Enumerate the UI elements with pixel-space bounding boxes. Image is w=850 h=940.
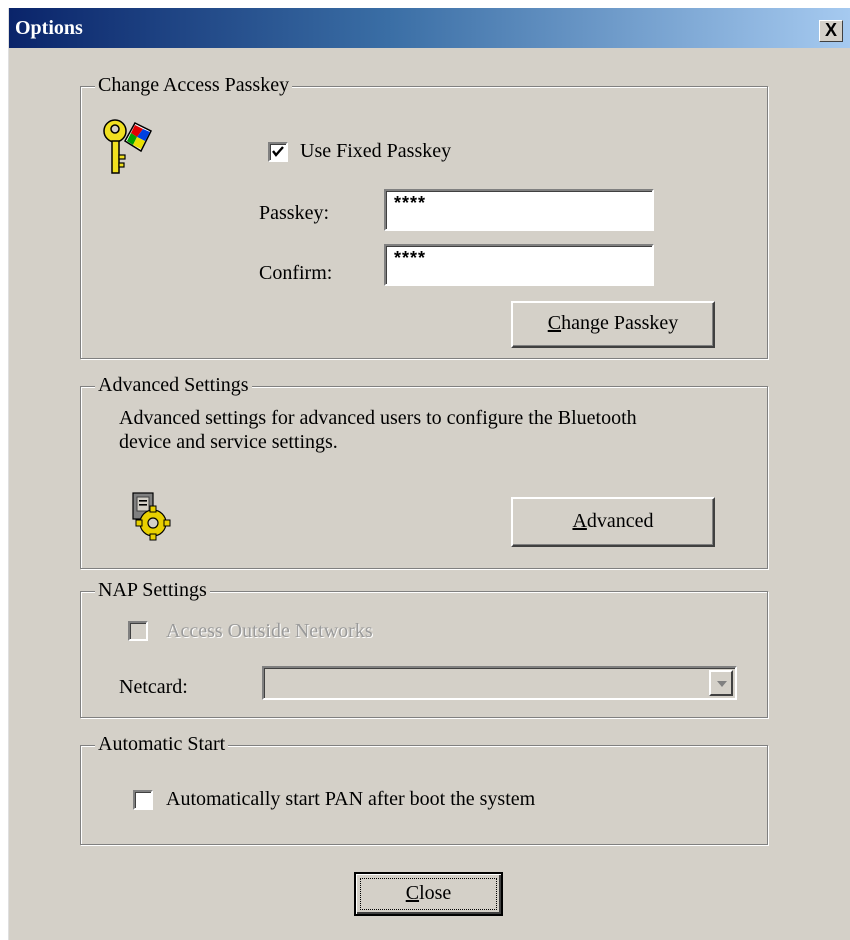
confirm-label: Confirm: — [259, 262, 333, 284]
netcard-label: Netcard: — [119, 676, 188, 698]
use-fixed-passkey-label: Use Fixed Passkey — [300, 140, 452, 162]
netcard-select[interactable] — [262, 666, 737, 700]
passkey-label: Passkey: — [259, 202, 329, 224]
title-bar[interactable]: Options — [9, 8, 850, 48]
window-title: Options — [15, 17, 83, 39]
automatic-start-group: Automatic Start Automatically start PAN … — [80, 733, 768, 845]
change-passkey-group: Change Access Passkey Use Fixed Passkey … — [80, 74, 768, 359]
key-icon — [103, 119, 153, 174]
advanced-description-line1: Advanced settings for advanced users to … — [119, 407, 637, 429]
access-outside-networks-label: Access Outside Networks — [166, 620, 373, 642]
advanced-settings-group: Advanced Settings Advanced settings for … — [80, 374, 768, 569]
settings-gear-icon — [132, 492, 171, 541]
automatic-start-legend: Automatic Start — [95, 733, 229, 756]
change-passkey-button[interactable]: Change Passkey — [511, 301, 715, 348]
nap-settings-group: NAP Settings Access Outside Networks Net… — [80, 579, 768, 718]
confirm-field[interactable]: **** — [384, 244, 654, 286]
checkmark-icon — [272, 146, 284, 157]
use-fixed-passkey-checkbox[interactable] — [268, 142, 288, 162]
access-outside-networks-checkbox[interactable] — [128, 621, 148, 641]
advanced-settings-legend: Advanced Settings — [95, 374, 252, 397]
netcard-dropdown-button[interactable] — [709, 670, 733, 696]
close-button[interactable]: Close — [354, 872, 503, 916]
close-icon: X — [824, 20, 837, 40]
auto-start-pan-checkbox[interactable] — [133, 790, 153, 810]
options-dialog: Options X Change Access Passkey Use Fixe… — [8, 8, 850, 940]
passkey-field[interactable]: **** — [384, 189, 654, 231]
focus-indicator — [360, 878, 497, 910]
change-passkey-label: hange Passkey — [561, 312, 679, 334]
close-window-button[interactable]: X — [819, 20, 843, 42]
change-passkey-legend: Change Access Passkey — [95, 74, 293, 97]
advanced-button-label: dvanced — [586, 510, 654, 532]
advanced-mnemonic: A — [572, 510, 587, 532]
chevron-down-icon — [717, 681, 727, 687]
auto-start-pan-label: Automatically start PAN after boot the s… — [166, 788, 536, 810]
change-passkey-mnemonic: C — [547, 312, 562, 334]
nap-settings-legend: NAP Settings — [95, 579, 210, 602]
advanced-description-line2: device and service settings. — [119, 431, 338, 453]
advanced-button[interactable]: Advanced — [511, 497, 715, 547]
